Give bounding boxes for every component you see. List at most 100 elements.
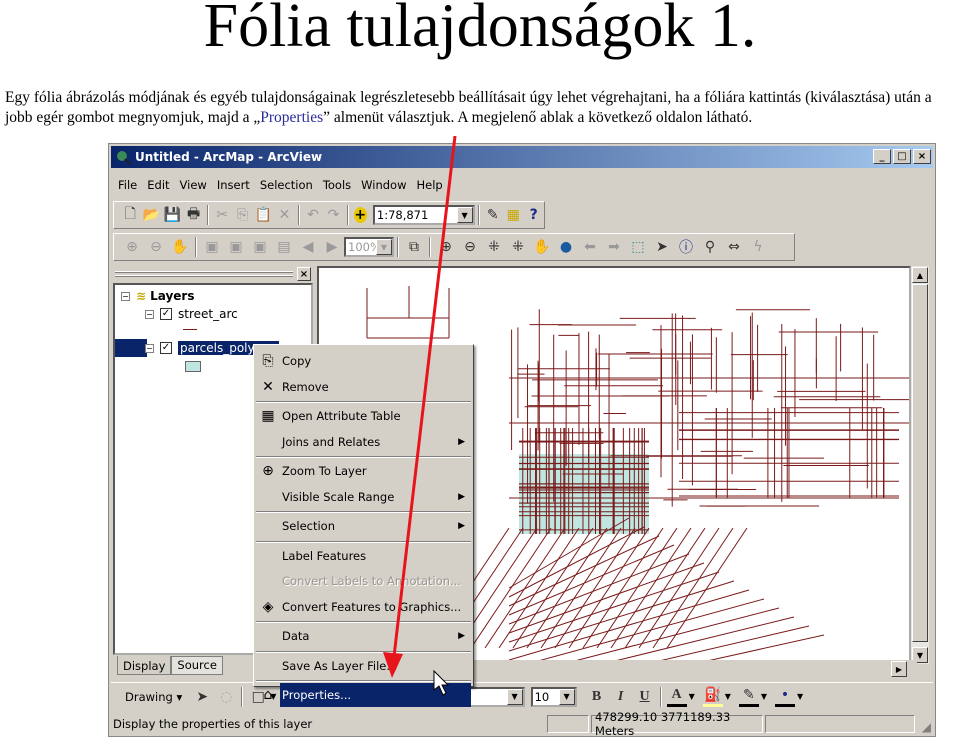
scroll-thumb[interactable] [912,284,928,642]
editor-toolbar-icon[interactable]: ✎ [485,205,501,225]
layer-visibility-checkbox[interactable]: ✓ [160,308,172,320]
save-icon[interactable]: 💾 [164,205,181,225]
identify-icon[interactable]: ⓘ [676,237,696,257]
layout-zoom-combo[interactable]: 100% ▼ [344,237,394,257]
menu-insert[interactable]: Insert [212,178,255,192]
scroll-up-icon[interactable]: ▲ [912,267,928,283]
toggle-draft-mode-icon[interactable]: ⧉ [404,237,424,257]
dropdown-arrow-icon[interactable]: ▼ [506,688,523,705]
menu-item-save-as-layer-file[interactable]: Save As Layer File... [256,654,471,678]
measure-icon[interactable]: ⇔ [724,237,744,257]
toc-layers-root[interactable]: − ≋ Layers [121,289,194,303]
menu-item-copy[interactable]: ⎘ Copy [256,349,471,373]
toc-header[interactable]: × [113,267,313,282]
fixed-zoom-in-icon[interactable]: ⁜ [484,237,504,257]
menu-item-joins-and-relates[interactable]: Joins and Relates ▶ [256,430,471,454]
select-elements-icon[interactable]: ➤ [192,687,212,707]
tab-display[interactable]: Display [117,656,172,675]
menu-item-data[interactable]: Data ▶ [256,624,471,648]
menu-item-selection[interactable]: Selection ▶ [256,514,471,538]
select-features-icon[interactable]: ⬚ [628,237,648,257]
vertical-scrollbar[interactable]: ▲ ▼ [911,266,929,664]
open-icon[interactable]: 📂 [142,205,159,225]
paste-icon[interactable]: 📋 [255,205,272,225]
menu-item-convert-features-to-graphics[interactable]: ◈ Convert Features to Graphics... [256,595,471,619]
menu-item-visible-scale-range[interactable]: Visible Scale Range ▶ [256,485,471,509]
layout-back-icon[interactable]: ◀ [298,237,318,257]
fixed-zoom-out-icon[interactable]: ⁜ [508,237,528,257]
menu-item-remove[interactable]: ✕ Remove [256,375,471,399]
collapse-icon[interactable]: − [145,343,154,353]
menu-window[interactable]: Window [356,178,411,192]
dropdown-arrow-icon[interactable]: ▼ [797,692,803,701]
layout-fixed-zoom-out-icon[interactable]: ▣ [250,237,270,257]
menu-item-properties[interactable]: ⌂ Properties... [256,683,471,707]
line-color-icon[interactable]: ✎ [738,687,759,707]
dropdown-arrow-icon[interactable]: ▼ [725,692,731,701]
cut-icon[interactable]: ✂ [214,205,230,225]
scroll-right-icon[interactable]: ▶ [891,661,907,677]
dropdown-arrow-icon[interactable]: ▼ [689,692,695,701]
minimize-button[interactable]: _ [873,149,891,164]
marker-color-icon[interactable]: • [775,687,796,707]
close-button[interactable]: × [913,149,931,164]
bold-button[interactable]: B [587,687,607,707]
menu-item-zoom-to-layer[interactable]: ⊕ Zoom To Layer [256,459,471,483]
layout-zoom-whole-icon[interactable]: ▣ [202,237,222,257]
new-icon[interactable]: 🗋 [122,205,138,225]
menu-file[interactable]: File [113,178,142,192]
toc-close-icon[interactable]: × [297,267,311,281]
menu-item-label-features[interactable]: Label Features [256,544,471,568]
hyperlink-icon[interactable]: ϟ [748,237,768,257]
tab-source[interactable]: Source [171,656,223,675]
menu-help[interactable]: Help [412,178,448,192]
full-extent-icon[interactable]: ● [556,237,576,257]
underline-button[interactable]: U [635,687,655,707]
menu-view[interactable]: View [175,178,212,192]
title-bar[interactable]: Untitled - ArcMap - ArcView _ □ × [111,146,933,168]
collapse-icon[interactable]: − [121,291,130,301]
maximize-button[interactable]: □ [893,149,911,164]
dropdown-arrow-icon[interactable]: ▼ [761,692,767,701]
resize-grip-icon[interactable]: ◢ [922,720,931,734]
menu-edit[interactable]: Edit [142,178,174,192]
submenu-arrow-icon: ▶ [458,631,465,641]
redo-icon[interactable]: ↷ [325,205,341,225]
zoom-in-icon[interactable]: ⊕ [436,237,456,257]
find-icon[interactable]: ⚲ [700,237,720,257]
dropdown-arrow-icon[interactable]: ▼ [456,207,473,223]
layout-forward-icon[interactable]: ▶ [322,237,342,257]
undo-icon[interactable]: ↶ [305,205,321,225]
pan-icon[interactable]: ✋ [532,237,552,257]
layout-zoom-out-icon[interactable]: ⊖ [146,237,166,257]
add-data-icon[interactable]: + [353,207,367,223]
menu-item-open-attribute-table[interactable]: ▦ Open Attribute Table [256,404,471,428]
menu-tools[interactable]: Tools [318,178,356,192]
whats-this-help-icon[interactable]: ? [525,205,541,225]
layout-zoom-100-icon[interactable]: ▤ [274,237,294,257]
copy-icon[interactable]: ⎘ [234,205,250,225]
zoom-out-icon[interactable]: ⊖ [460,237,480,257]
select-elements-icon[interactable]: ➤ [652,237,672,257]
layer-visibility-checkbox[interactable]: ✓ [160,342,172,354]
print-icon[interactable]: 🖶 [185,205,201,225]
dropdown-arrow-icon[interactable]: ▼ [376,239,392,255]
toc-layer-street-arc[interactable]: − ✓ street_arc [145,307,238,321]
go-forward-icon[interactable]: ➡ [604,237,624,257]
fill-color-icon[interactable]: ⛽ [702,687,723,707]
layout-pan-icon[interactable]: ✋ [170,237,190,257]
rotate-icon[interactable]: ◌ [216,687,236,707]
arctoolbox-icon[interactable]: ▦ [505,205,521,225]
font-color-icon[interactable]: A [666,687,687,707]
menu-selection[interactable]: Selection [255,178,318,192]
layout-fixed-zoom-in-icon[interactable]: ▣ [226,237,246,257]
go-back-icon[interactable]: ⬅ [580,237,600,257]
dropdown-arrow-icon[interactable]: ▼ [558,688,575,705]
layout-zoom-in-icon[interactable]: ⊕ [122,237,142,257]
delete-icon[interactable]: ✕ [276,205,292,225]
collapse-icon[interactable]: − [145,309,154,319]
font-size-combo[interactable]: 10 ▼ [530,686,577,707]
map-scale-combo[interactable]: 1:78,871 ▼ [372,205,475,225]
italic-button[interactable]: I [611,687,631,707]
drawing-menu[interactable]: Drawing ▾ [125,690,182,704]
